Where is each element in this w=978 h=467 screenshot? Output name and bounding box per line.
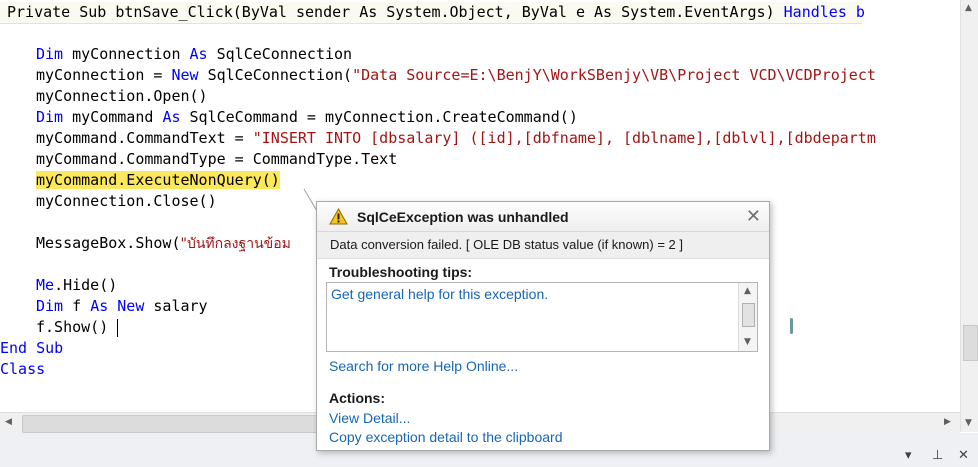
scroll-down-arrow-icon[interactable]: ▼ — [744, 337, 751, 347]
warning-triangle-icon — [329, 208, 348, 225]
mouse-cursor-icon — [790, 318, 793, 334]
code-keyword: Dim — [36, 297, 73, 315]
actions-heading: Actions: — [329, 390, 385, 406]
close-panel-icon[interactable]: ✕ — [958, 448, 969, 463]
code-text: SqlCeCommand = myConnection.CreateComman… — [189, 108, 578, 126]
code-line: myConnection = New SqlCeConnection("Data… — [36, 65, 876, 86]
code-line-error: myCommand.ExecuteNonQuery() — [36, 170, 280, 191]
exception-message-bar: Data conversion failed. [ OLE DB status … — [317, 232, 769, 259]
code-keyword: Dim — [36, 45, 73, 63]
scroll-right-arrow-icon[interactable]: ▶ — [944, 417, 951, 427]
troubleshooting-heading: Troubleshooting tips: — [329, 264, 473, 280]
code-string: "บันทึกลงฐานข้อม — [180, 236, 291, 252]
code-text: f — [72, 297, 91, 315]
copy-exception-detail-link[interactable]: Copy exception detail to the clipboard — [329, 429, 562, 445]
scroll-down-arrow-icon[interactable]: ▼ — [965, 418, 972, 428]
troubleshooting-tips-list[interactable]: Get general help for this exception. ▲ ▼ — [326, 282, 758, 352]
dialog-header: SqlCeException was unhandled ✕ — [317, 202, 769, 232]
code-line: Dim myConnection As SqlCeConnection — [36, 44, 352, 65]
code-line: Dim myCommand As SqlCeCommand = myConnec… — [36, 107, 578, 128]
code-keyword: New — [171, 66, 208, 84]
text-caret — [117, 319, 118, 337]
tips-scrollbar[interactable]: ▲ ▼ — [738, 283, 757, 351]
code-keyword: Me — [36, 276, 55, 294]
code-keyword: New — [117, 297, 154, 315]
view-detail-link[interactable]: View Detail... — [329, 410, 410, 426]
code-text: myConnection — [72, 45, 190, 63]
code-line: myCommand.CommandType = CommandType.Text — [36, 150, 398, 168]
code-keyword: Handles b — [783, 3, 865, 21]
code-line: Dim f As New salary — [36, 296, 208, 317]
code-string: "Data Source=E:\BenjY\WorkSBenjy\VB\Proj… — [352, 66, 876, 84]
code-keyword: As — [162, 108, 190, 126]
code-text: Private Sub btnSave_Click(ByVal sender A… — [7, 3, 784, 21]
code-text: SqlCeConnection( — [207, 66, 353, 84]
code-line: myConnection.Open() — [36, 87, 208, 105]
code-text: .Hide() — [54, 276, 118, 294]
exception-assistant-dialog: SqlCeException was unhandled ✕ Data conv… — [316, 201, 770, 451]
code-line: Me.Hide() — [36, 275, 117, 296]
code-line: End Sub — [0, 339, 64, 357]
dropdown-arrow-icon[interactable]: ▾ — [905, 448, 912, 463]
scroll-up-arrow-icon[interactable]: ▲ — [965, 3, 972, 13]
vertical-scroll-thumb[interactable] — [963, 325, 978, 361]
general-help-link[interactable]: Get general help for this exception. — [331, 286, 548, 302]
code-line-sub-declaration: Private Sub btnSave_Click(ByVal sender A… — [0, 2, 865, 24]
code-keyword: As — [90, 297, 118, 315]
code-keyword: Dim — [36, 108, 73, 126]
code-text: MessageBox.Show( — [36, 234, 181, 252]
code-line: myCommand.CommandText = "INSERT INTO [db… — [36, 128, 876, 149]
close-icon[interactable]: ✕ — [746, 206, 761, 227]
exception-title: SqlCeException was unhandled — [357, 209, 569, 225]
code-text: myCommand — [72, 108, 163, 126]
scroll-left-arrow-icon[interactable]: ◀ — [5, 417, 12, 427]
exception-message: Data conversion failed. [ OLE DB status … — [330, 237, 683, 252]
code-line: MessageBox.Show("บันทึกลงฐานข้อม — [36, 233, 291, 254]
code-keyword: As — [189, 45, 217, 63]
code-line: myConnection.Close() — [36, 192, 217, 210]
code-text: SqlCeConnection — [216, 45, 353, 63]
vertical-scrollbar[interactable]: ▲ ▼ — [960, 0, 978, 432]
code-text: myConnection = — [36, 66, 172, 84]
code-line: f.Show() — [36, 318, 109, 336]
code-text: myCommand.CommandText = — [36, 129, 253, 147]
horizontal-scroll-thumb[interactable] — [22, 415, 324, 433]
code-text: salary — [153, 297, 208, 315]
search-help-online-link[interactable]: Search for more Help Online... — [329, 358, 518, 374]
code-string: "INSERT INTO [dbsalary] ([id],[dbfname],… — [252, 129, 876, 147]
error-highlight[interactable]: myCommand.ExecuteNonQuery() — [36, 171, 280, 189]
tips-scroll-thumb[interactable] — [742, 303, 755, 327]
code-line: Class — [0, 360, 46, 378]
pin-icon[interactable]: ⊥ — [932, 448, 943, 463]
scroll-up-arrow-icon[interactable]: ▲ — [744, 286, 751, 296]
